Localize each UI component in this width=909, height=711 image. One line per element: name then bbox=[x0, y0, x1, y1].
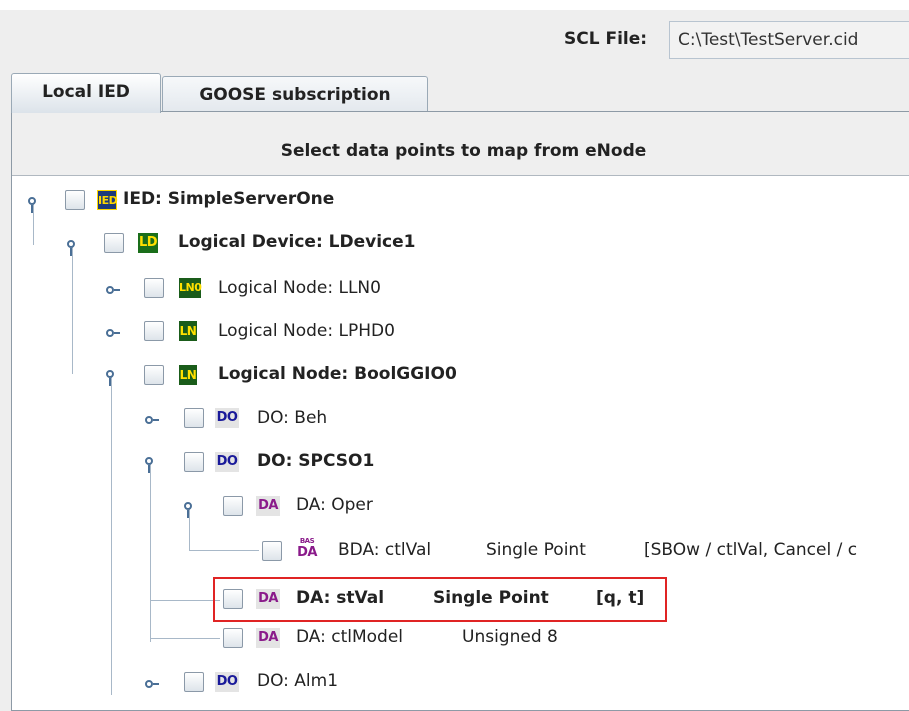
logical-node-icon: LN bbox=[179, 321, 197, 341]
tab-local-ied[interactable]: Local IED bbox=[11, 73, 161, 113]
tree-connector bbox=[72, 244, 73, 374]
tree-node-label[interactable]: Logical Node: LPHD0 bbox=[218, 321, 395, 341]
node-checkbox[interactable] bbox=[144, 321, 164, 341]
tree-node-label[interactable]: DO: SPCSO1 bbox=[257, 451, 374, 471]
data-attribute-icon: DA bbox=[256, 589, 280, 609]
node-checkbox[interactable] bbox=[262, 541, 282, 561]
expand-toggle[interactable] bbox=[184, 502, 195, 518]
logical-node-zero-icon: LN0 bbox=[179, 278, 202, 298]
tree-node-label[interactable]: DA: Oper bbox=[296, 495, 373, 515]
node-checkbox[interactable] bbox=[223, 589, 243, 609]
tree-node-functional-constraint: [q, t] bbox=[596, 588, 645, 608]
tree-node-type: Unsigned 8 bbox=[462, 627, 558, 647]
node-checkbox[interactable] bbox=[65, 190, 85, 210]
data-attribute-icon: DA bbox=[256, 628, 280, 648]
tree-node-label[interactable]: DA: ctlModel bbox=[296, 627, 403, 647]
node-checkbox[interactable] bbox=[184, 672, 204, 692]
tree-node-label[interactable]: DO: Alm1 bbox=[257, 671, 338, 691]
expand-toggle[interactable] bbox=[28, 197, 39, 213]
expand-toggle[interactable] bbox=[106, 329, 120, 345]
tree-connector bbox=[150, 638, 220, 639]
node-checkbox[interactable] bbox=[144, 365, 164, 385]
data-attribute-icon: DA bbox=[256, 496, 280, 516]
node-checkbox[interactable] bbox=[223, 496, 243, 516]
tree-node-type: Single Point bbox=[486, 540, 586, 560]
tree-node-label[interactable]: Logical Node: LLN0 bbox=[218, 278, 381, 298]
tree-node-type: Single Point bbox=[433, 588, 549, 608]
tree-node-label[interactable]: Logical Device: LDevice1 bbox=[178, 232, 416, 252]
tree-node-label[interactable]: DA: stVal bbox=[296, 588, 384, 608]
node-checkbox[interactable] bbox=[144, 278, 164, 298]
expand-toggle[interactable] bbox=[145, 457, 156, 473]
tree-connector bbox=[111, 375, 112, 695]
tree-connector bbox=[189, 550, 259, 551]
tree-connector bbox=[150, 600, 220, 601]
basic-data-attribute-icon: BAS DA bbox=[297, 537, 317, 560]
node-checkbox[interactable] bbox=[184, 408, 204, 428]
tree-node-label[interactable]: BDA: ctlVal bbox=[338, 540, 431, 560]
expand-toggle[interactable] bbox=[145, 416, 159, 432]
node-checkbox[interactable] bbox=[184, 452, 204, 472]
logical-device-icon: LD bbox=[138, 233, 158, 253]
tree-node-label[interactable]: IED: SimpleServerOne bbox=[123, 189, 334, 209]
data-object-icon: DO bbox=[215, 672, 239, 692]
tree-connector bbox=[150, 462, 151, 642]
ied-icon: IED bbox=[97, 190, 118, 210]
tree-node-functional-constraint: [SBOw / ctlVal, Cancel / c bbox=[644, 540, 858, 560]
data-object-icon: DO bbox=[215, 408, 239, 428]
tree-node-label[interactable]: DO: Beh bbox=[257, 408, 327, 428]
expand-toggle[interactable] bbox=[106, 286, 120, 302]
node-checkbox[interactable] bbox=[223, 628, 243, 648]
node-checkbox[interactable] bbox=[104, 233, 124, 253]
tree-node-label[interactable]: Logical Node: BoolGGIO0 bbox=[218, 364, 457, 384]
expand-toggle[interactable] bbox=[67, 240, 78, 256]
logical-node-icon: LN bbox=[179, 365, 197, 385]
data-object-icon: DO bbox=[215, 452, 239, 472]
expand-toggle[interactable] bbox=[145, 680, 159, 696]
expand-toggle[interactable] bbox=[106, 370, 117, 386]
